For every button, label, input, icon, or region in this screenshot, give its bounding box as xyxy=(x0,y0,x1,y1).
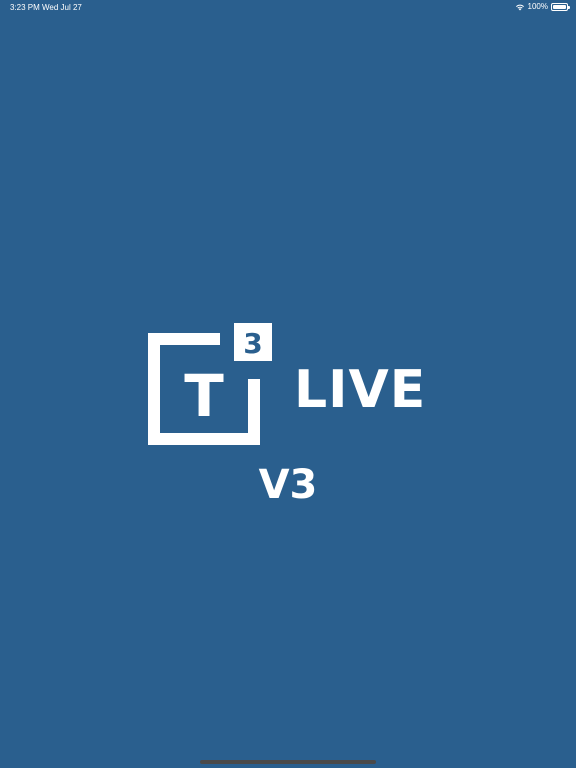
t3-logo-icon: 3 T xyxy=(148,323,272,445)
status-right-group: 100% xyxy=(515,2,570,11)
battery-percent: 100% xyxy=(527,2,548,11)
app-name: LIVE xyxy=(294,360,427,420)
splash-screen: 3:23 PM Wed Jul 27 100% 3 T LIVE V3 xyxy=(0,0,576,768)
wifi-icon xyxy=(515,4,524,10)
home-indicator[interactable] xyxy=(200,760,376,764)
battery-cap xyxy=(568,5,570,9)
battery-fill xyxy=(553,4,566,9)
battery-icon xyxy=(551,2,570,11)
app-version: V3 xyxy=(258,462,318,508)
status-time: 3:23 PM xyxy=(10,3,40,12)
logo-letter: T xyxy=(184,362,224,430)
status-bar: 3:23 PM Wed Jul 27 100% xyxy=(0,0,576,16)
logo-superscript: 3 xyxy=(243,327,262,360)
status-date: Wed Jul 27 xyxy=(42,3,82,12)
